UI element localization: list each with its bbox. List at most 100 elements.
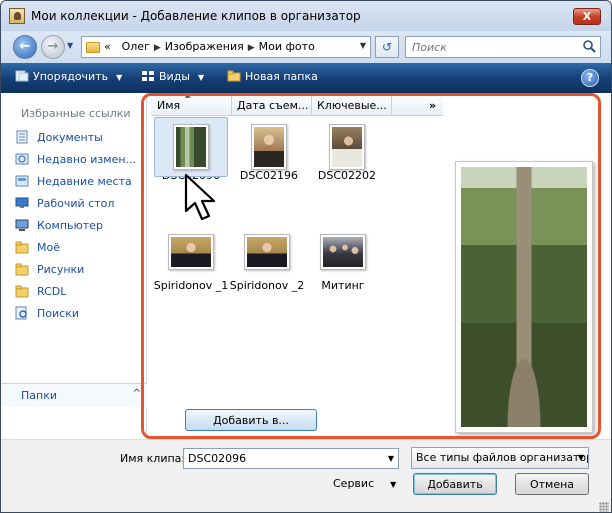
thumbnail-frame — [154, 227, 228, 287]
clip-name-value: DSC02096 — [188, 452, 247, 465]
search-icon[interactable] — [582, 39, 596, 53]
folder-icon — [86, 41, 100, 53]
file-item[interactable]: Spiridonov _2 — [227, 227, 307, 292]
dialog-window: Мои коллекции - Добавление клипов в орга… — [0, 0, 612, 513]
thumbnail-frame — [310, 117, 384, 177]
service-menu[interactable]: Сервис ▼ — [333, 477, 396, 490]
back-button[interactable]: ← — [13, 35, 37, 59]
chevron-down-icon: ▼ — [577, 453, 584, 462]
breadcrumb-item[interactable]: Олег — [122, 40, 150, 53]
thumbnail — [244, 234, 290, 270]
favorite-label: RCDL — [37, 285, 67, 298]
file-item[interactable]: DSC02196 — [229, 117, 309, 182]
photo-person — [254, 127, 284, 167]
service-label: Сервис — [333, 477, 375, 490]
organize-label: Упорядочить — [33, 70, 109, 83]
file-item[interactable]: Spiridonov _1 — [151, 227, 231, 292]
favorite-label: Поиски — [37, 307, 79, 320]
column-divider[interactable] — [231, 96, 232, 116]
app-icon — [9, 8, 25, 24]
column-divider[interactable] — [311, 96, 312, 116]
search-input[interactable] — [410, 39, 578, 55]
favorite-searches[interactable]: Поиски — [15, 305, 136, 327]
folders-label: Папки — [21, 389, 57, 402]
thumbnail-frame — [306, 227, 380, 287]
views-label: Виды — [159, 70, 190, 83]
chevron-down-icon: ▼ — [116, 73, 123, 82]
new-folder-button[interactable]: Новая папка — [227, 70, 318, 83]
add-to-button[interactable]: Добавить в... — [185, 409, 317, 431]
favorite-label: Рабочий стол — [37, 197, 115, 210]
favorite-label: Недавние места — [37, 175, 132, 188]
address-row: ← → ▼ « Олег ▶ Изображения ▶ Мои фото ▼ ↺ — [1, 31, 611, 63]
breadcrumb-item[interactable]: Изображения — [165, 40, 244, 53]
photo-forest — [176, 127, 206, 167]
address-bar[interactable]: « Олег ▶ Изображения ▶ Мои фото ▼ — [81, 36, 371, 58]
preview-image — [461, 167, 587, 427]
column-name[interactable]: Имя — [157, 99, 180, 112]
column-divider[interactable] — [391, 96, 392, 116]
column-date-taken[interactable]: Дата съем... — [237, 99, 308, 112]
recently-changed-icon — [15, 153, 29, 165]
preview-pane — [455, 161, 593, 433]
clip-name-field[interactable]: DSC02096 ▼ — [183, 448, 399, 469]
file-list-area: Имя ▲ Дата съем... Ключевые... » DSC0209… — [151, 91, 443, 439]
column-keywords[interactable]: Ключевые... — [317, 99, 387, 112]
favorite-computer[interactable]: Компьютер — [15, 217, 136, 239]
clip-name-label: Имя клипа: — [120, 452, 186, 465]
sort-ascending-icon: ▲ — [185, 91, 191, 99]
file-item[interactable]: Митинг — [303, 227, 383, 292]
chevron-down-icon[interactable]: ▼ — [388, 449, 394, 468]
file-item[interactable]: DSC02202 — [307, 117, 387, 182]
favorite-desktop[interactable]: Рабочий стол — [15, 195, 136, 217]
new-folder-icon — [227, 70, 241, 82]
title-bar: Мои коллекции - Добавление клипов в орга… — [1, 1, 611, 31]
favorites-list: Документы Недавно измен... Недавние мест… — [15, 129, 136, 327]
computer-icon — [15, 219, 29, 231]
thumbnail — [173, 124, 209, 170]
cancel-button[interactable]: Отмена — [515, 473, 589, 495]
folders-toggle[interactable]: Папки ^ — [1, 383, 147, 407]
organize-icon — [15, 70, 29, 82]
favorite-rcdl[interactable]: RCDL — [15, 283, 136, 305]
views-menu[interactable]: Виды ▼ — [141, 70, 204, 83]
searches-icon — [15, 306, 27, 320]
forward-button[interactable]: → — [41, 35, 65, 59]
history-dropdown-icon[interactable]: ▼ — [67, 41, 73, 50]
favorite-pictures[interactable]: Рисунки — [15, 261, 136, 283]
breadcrumb-overflow[interactable]: « — [104, 40, 111, 53]
thumbnail — [168, 234, 214, 270]
breadcrumb-separator-icon[interactable]: ▶ — [248, 43, 255, 53]
favorite-label: Moë — [37, 241, 60, 254]
help-icon[interactable]: ? — [581, 69, 599, 87]
add-button[interactable]: Добавить — [413, 473, 497, 495]
documents-icon — [16, 130, 28, 144]
views-icon — [142, 71, 154, 81]
resize-grip-icon[interactable] — [599, 502, 609, 512]
favorite-recent-places[interactable]: Недавние места — [15, 173, 136, 195]
chevron-down-icon: ▼ — [198, 73, 205, 82]
file-type-select[interactable]: Все типы файлов организатор ▼ — [411, 447, 589, 469]
command-toolbar: Упорядочить ▼ Виды ▼ Новая папка ? — [1, 63, 611, 93]
file-type-value: Все типы файлов организатор — [416, 451, 589, 464]
main-area: Избранные ссылки Документы Недавно измен… — [1, 91, 611, 439]
folder-icon — [15, 263, 29, 276]
search-box[interactable] — [405, 36, 601, 58]
breadcrumb-separator-icon[interactable]: ▶ — [154, 43, 161, 53]
favorites-title: Избранные ссылки — [21, 107, 131, 120]
breadcrumb-item[interactable]: Мои фото — [259, 40, 315, 53]
thumbnail-frame — [230, 227, 304, 287]
photo-portrait — [171, 237, 211, 267]
favorite-documents[interactable]: Документы — [15, 129, 136, 151]
thumbnail — [329, 124, 365, 170]
close-button[interactable]: X — [573, 8, 601, 25]
address-dropdown-icon[interactable]: ▼ — [360, 41, 366, 50]
chevron-down-icon: ▼ — [390, 480, 397, 489]
organize-menu[interactable]: Упорядочить ▼ — [15, 70, 122, 83]
refresh-button[interactable]: ↺ — [375, 36, 399, 58]
new-folder-label: Новая папка — [245, 70, 318, 83]
more-columns-button[interactable]: » — [429, 99, 436, 112]
favorite-mine[interactable]: Moë — [15, 239, 136, 261]
photo-portrait — [247, 237, 287, 267]
favorite-recently-changed[interactable]: Недавно измен... — [15, 151, 136, 173]
